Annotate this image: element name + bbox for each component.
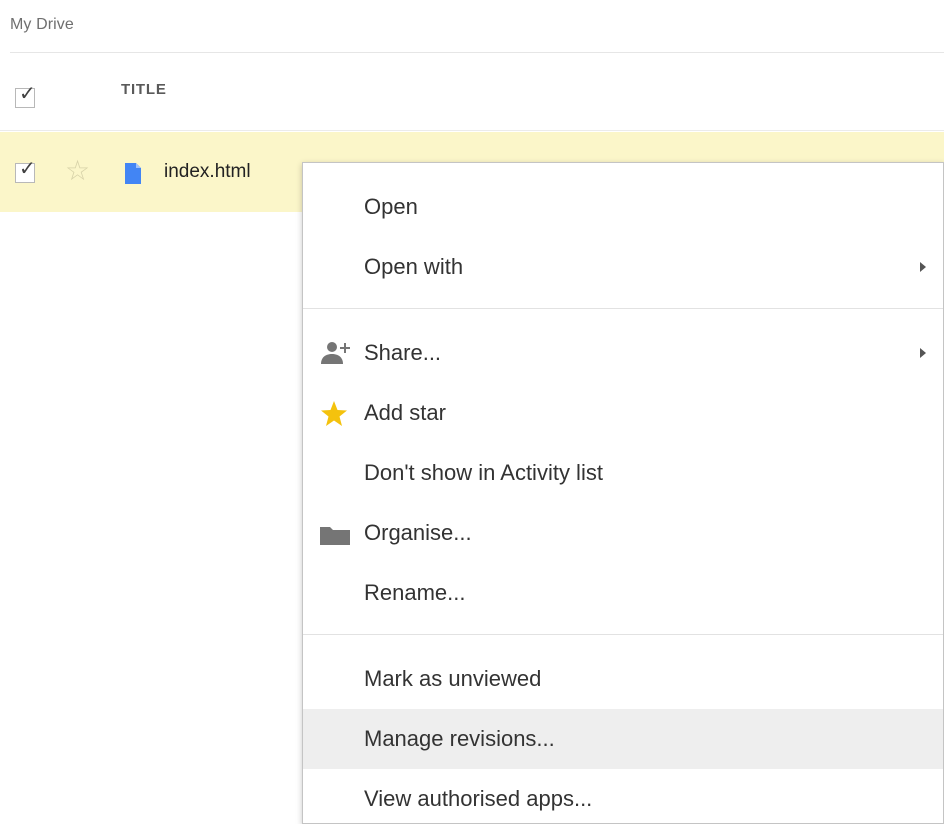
star-icon [321,401,347,426]
menu-item-label: View authorised apps... [364,786,593,811]
file-list-header: ✓ TITLE [0,53,944,131]
menu-item-label: Add star [364,400,446,425]
select-all-checkbox[interactable]: ✓ [15,83,36,108]
file-name[interactable]: index.html [164,161,251,183]
drive-page: My Drive ✓ TITLE ✓ ☆ index.html Open Ope… [0,0,944,824]
menu-item-label: Don't show in Activity list [364,460,603,485]
document-file-icon [125,163,141,184]
submenu-arrow-icon [920,348,926,358]
menu-item-rename[interactable]: Rename... [303,563,943,623]
file-row-checkbox[interactable]: ✓ [15,158,36,183]
menu-item-label: Open [364,194,418,219]
menu-item-share[interactable]: Share... [303,323,943,383]
menu-item-label: Rename... [364,580,466,605]
menu-separator [303,634,943,635]
context-menu: Open Open with Share... Add star Don't s… [302,162,944,824]
menu-item-label: Mark as unviewed [364,666,542,691]
menu-separator [303,308,943,309]
menu-item-open[interactable]: Open [303,177,943,237]
breadcrumb[interactable]: My Drive [10,16,74,34]
folder-icon [320,527,350,545]
menu-item-manage-revisions[interactable]: Manage revisions... [303,709,943,769]
menu-item-label: Organise... [364,520,472,545]
menu-item-view-authorised-apps[interactable]: View authorised apps... [303,769,943,824]
star-outline-icon[interactable]: ☆ [65,156,90,186]
menu-item-label: Open with [364,254,464,279]
checkmark-icon: ✓ [19,81,36,105]
menu-item-mark-as-unviewed[interactable]: Mark as unviewed [303,649,943,709]
checkmark-icon: ✓ [19,156,36,180]
submenu-arrow-icon [920,262,926,272]
menu-item-open-with[interactable]: Open with [303,237,943,297]
menu-item-label: Share... [364,340,442,365]
add-person-icon [321,342,350,364]
menu-item-organise[interactable]: Organise... [303,503,943,563]
menu-item-label: Manage revisions... [364,726,555,751]
menu-item-dont-show-in-activity[interactable]: Don't show in Activity list [303,443,943,503]
menu-item-add-star[interactable]: Add star [303,383,943,443]
title-column-header[interactable]: TITLE [121,81,167,98]
